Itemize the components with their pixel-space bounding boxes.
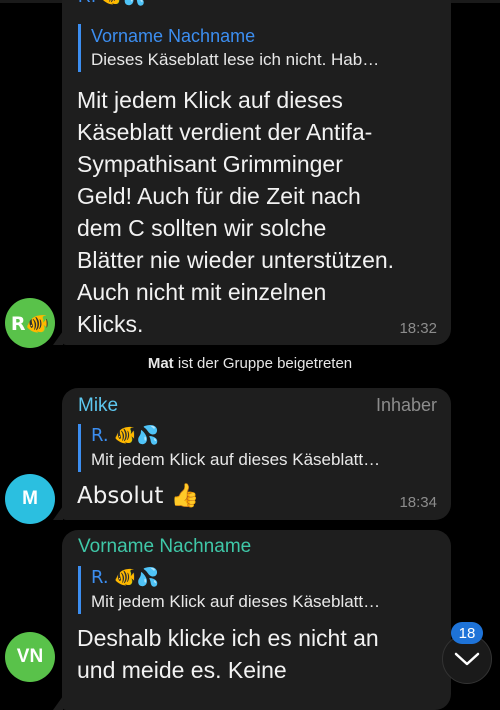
message-line: Geld! Auch für die Zeit nach — [77, 183, 361, 209]
message-text: Mit jedem Klick auf dieses Käseblatt ver… — [77, 84, 437, 340]
unread-count-badge: 18 — [451, 622, 483, 644]
bubble-tail — [53, 696, 63, 710]
message-line: Mit jedem Klick auf dieses — [77, 87, 343, 113]
message-line: Deshalb klicke ich es nicht an — [77, 625, 379, 651]
message-line: Käseblatt verdient der Antifa- — [77, 119, 373, 145]
message-line: Blätter nie wieder unterstützen. — [77, 247, 395, 273]
message-line: Klicks. — [77, 311, 144, 337]
reply-preview[interactable]: Vorname Nachname Dieses Käseblatt lese i… — [78, 24, 437, 72]
message-time: 18:34 — [399, 494, 437, 511]
bubble-tail — [53, 331, 63, 345]
avatar[interactable]: VN — [5, 632, 55, 682]
message-text: Absolut 👍 — [77, 483, 200, 509]
service-text: ist der Gruppe beigetreten — [177, 355, 353, 372]
message-line: Sympathisant Grimminger — [77, 151, 343, 177]
message-line: und meide es. Keine — [77, 657, 287, 683]
message-line: Auch nicht mit einzelnen — [77, 279, 327, 305]
message-bubble-3[interactable]: Vorname Nachname R. 🐠💦 Mit jedem Klick a… — [53, 530, 451, 710]
sender-name[interactable]: Vorname Nachname — [78, 535, 251, 559]
reply-author: R. 🐠💦 — [91, 567, 160, 588]
reply-author: R. 🐠💦 — [91, 425, 160, 446]
reply-text: Mit jedem Klick auf dieses Käseblatt… — [91, 450, 381, 469]
reply-preview[interactable]: R. 🐠💦 Mit jedem Klick auf dieses Käsebla… — [78, 566, 437, 614]
message-bubble-2[interactable]: Mike Inhaber R. 🐠💦 Mit jedem Klick auf d… — [53, 388, 451, 520]
bubble-tail — [53, 506, 63, 520]
service-message: Mat ist der Gruppe beigetreten — [0, 355, 500, 372]
avatar[interactable]: M — [5, 474, 55, 524]
sender-name-fragment: R. 🐠💦 — [78, 0, 146, 8]
message-text: Deshalb klicke ich es nicht an und meide… — [77, 622, 437, 686]
chevron-down-icon — [454, 652, 480, 666]
sender-name[interactable]: Mike — [78, 394, 118, 418]
admin-role-label: Inhaber — [375, 395, 437, 415]
reply-text: Mit jedem Klick auf dieses Käseblatt… — [91, 592, 381, 611]
reply-author: Vorname Nachname — [91, 26, 256, 46]
message-line: dem C sollten wir solche — [77, 215, 327, 241]
avatar[interactable]: R🐠 — [5, 298, 55, 348]
reply-text: Dieses Käseblatt lese ich nicht. Hab… — [91, 50, 380, 69]
message-time: 18:32 — [399, 320, 437, 337]
message-bubble-1[interactable]: R. 🐠💦 Vorname Nachname Dieses Käseblatt … — [53, 0, 451, 345]
joined-user-name[interactable]: Mat — [148, 355, 174, 372]
reply-preview[interactable]: R. 🐠💦 Mit jedem Klick auf dieses Käsebla… — [78, 424, 437, 472]
